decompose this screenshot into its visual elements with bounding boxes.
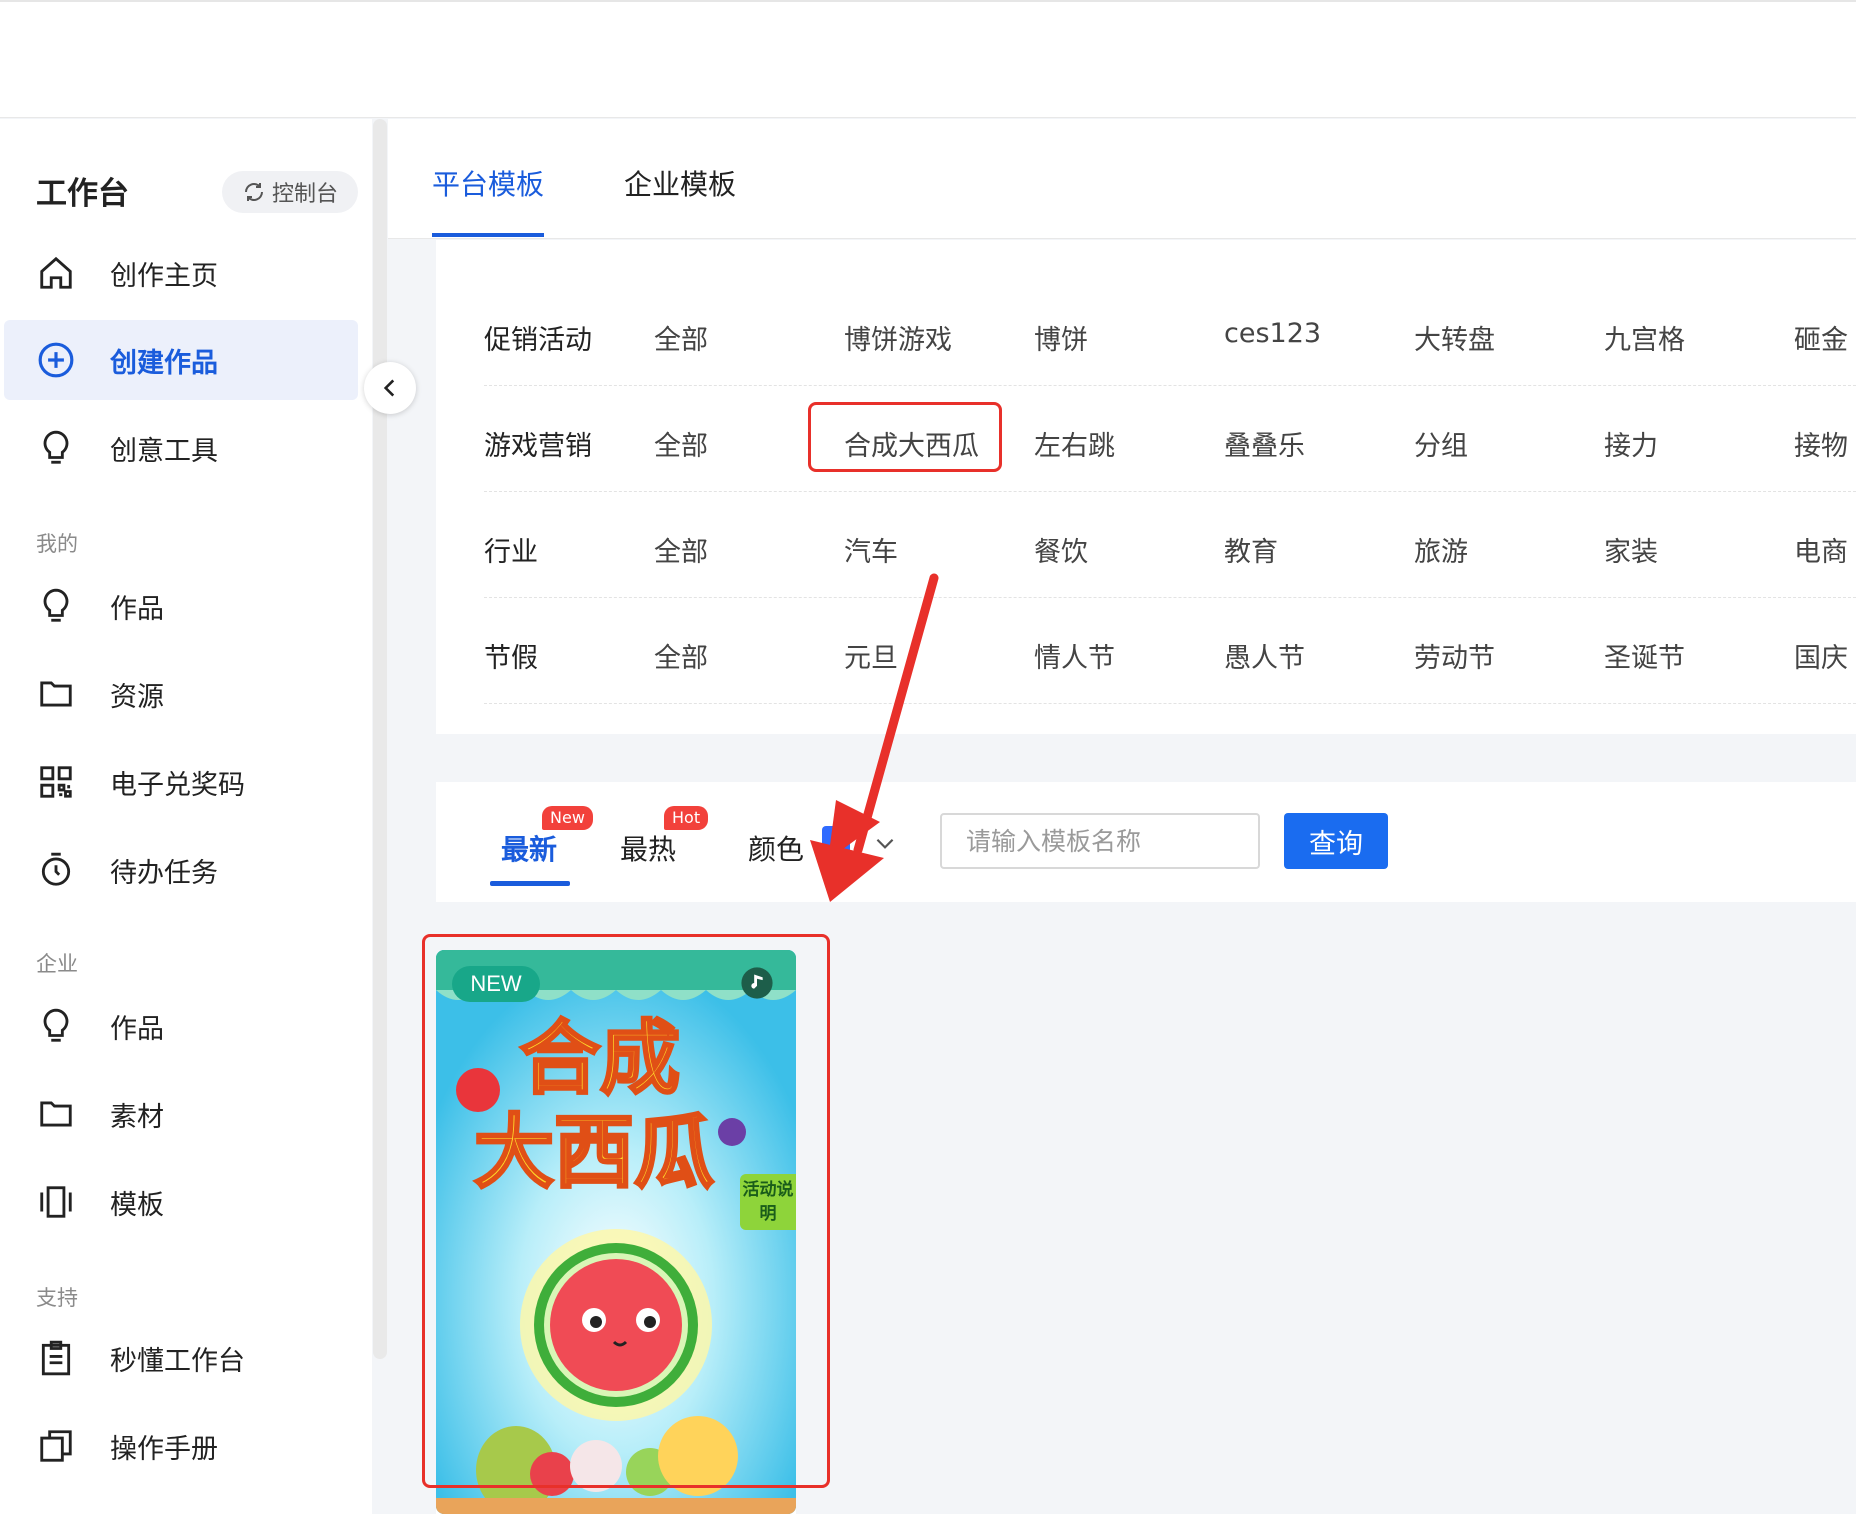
annotation-arrow xyxy=(810,573,939,902)
